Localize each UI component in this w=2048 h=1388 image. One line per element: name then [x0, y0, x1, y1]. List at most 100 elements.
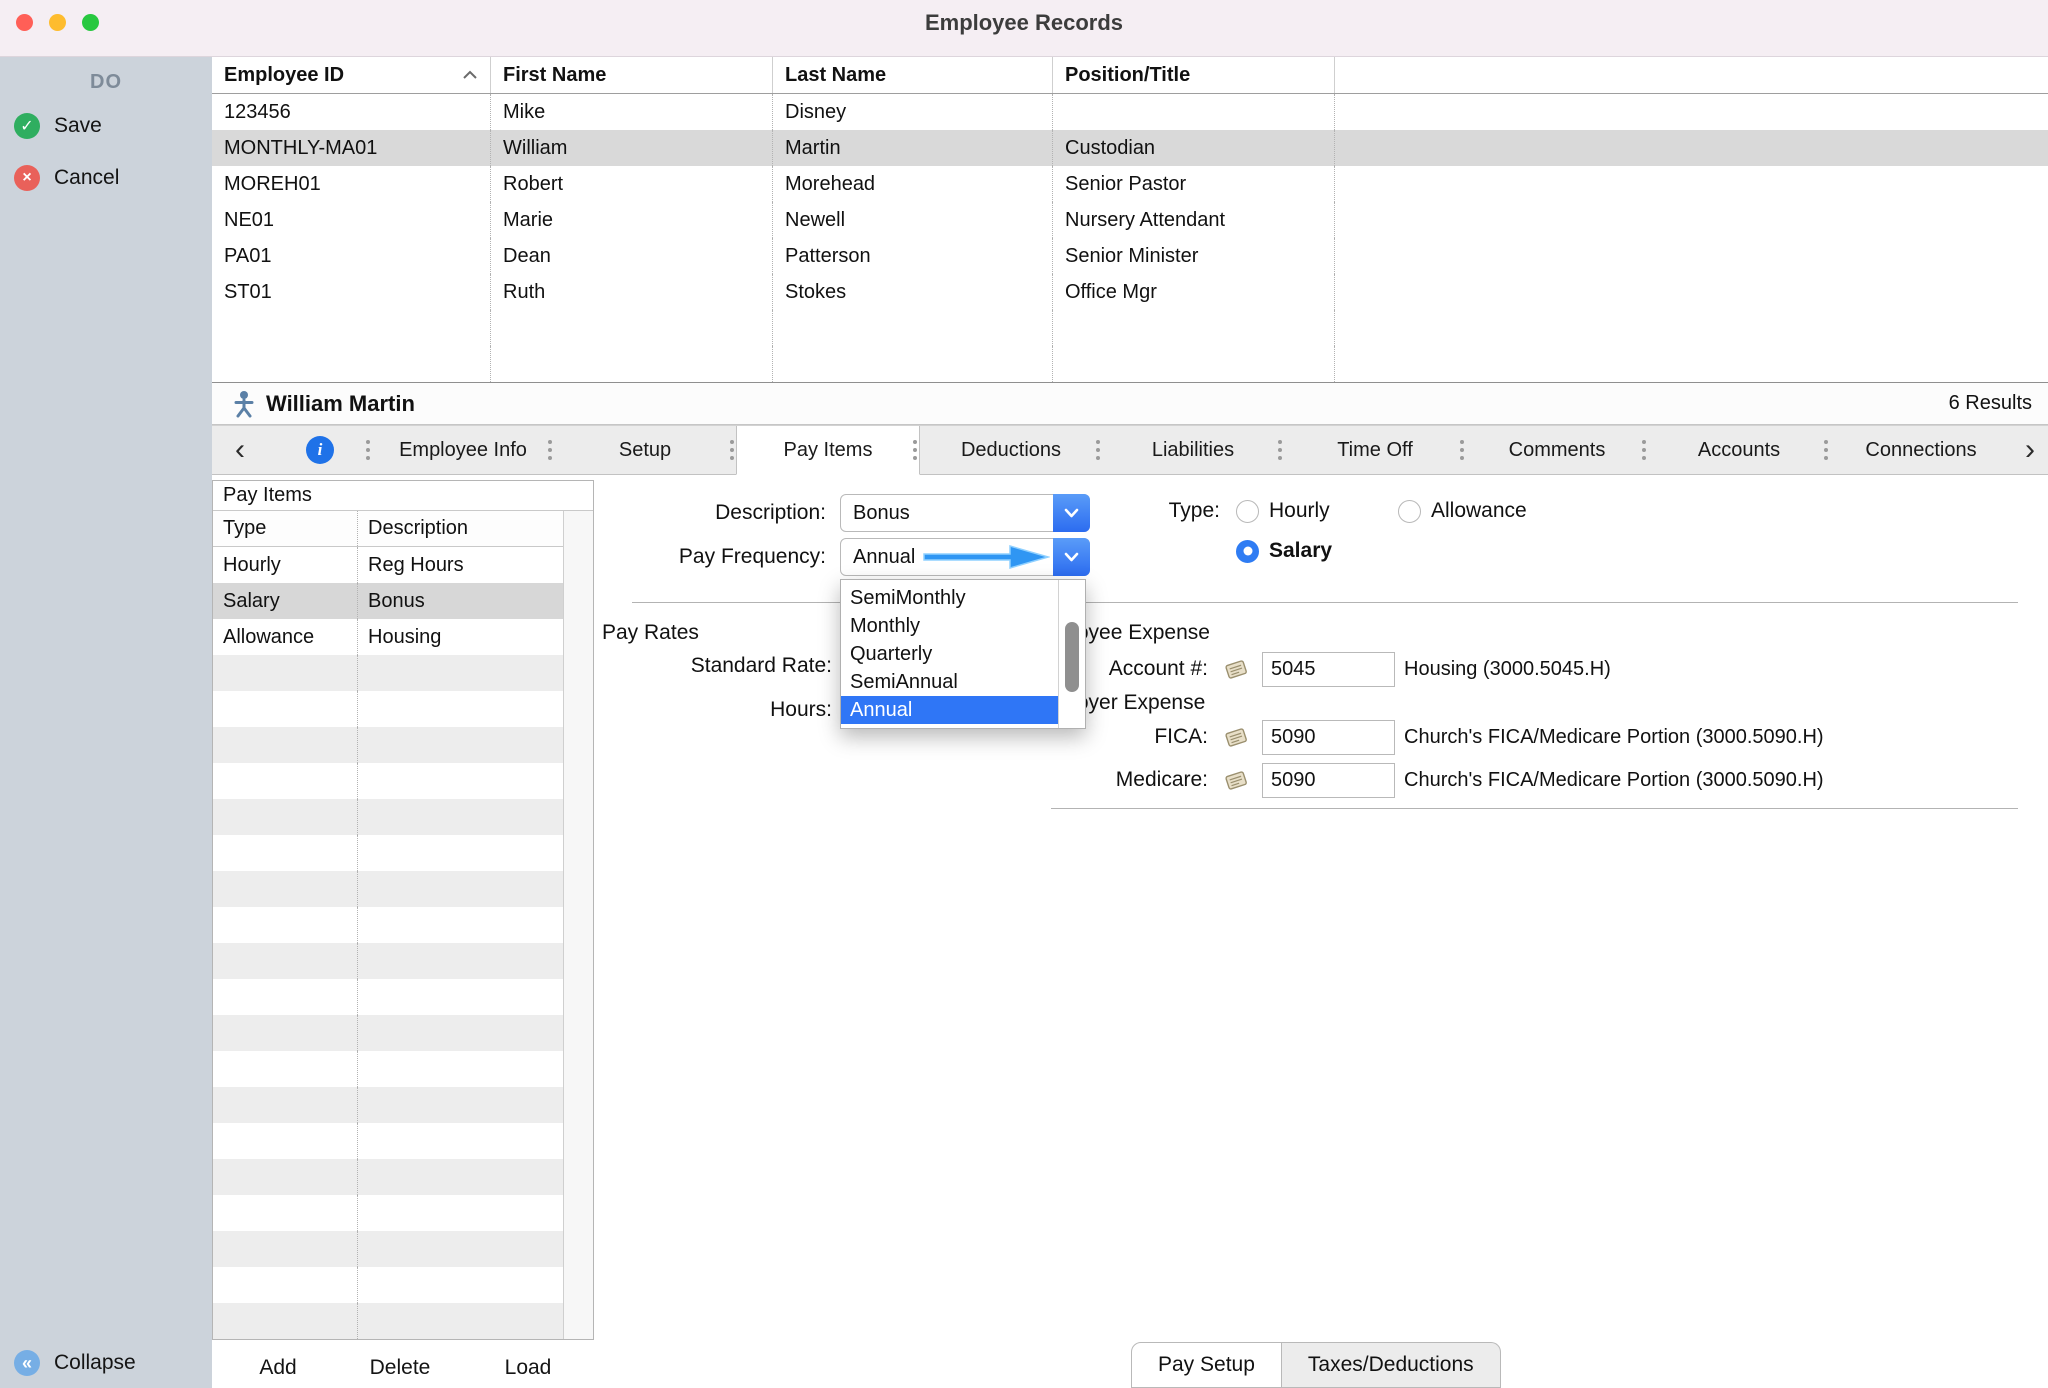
pay-items-column-description[interactable]: Description: [358, 511, 563, 546]
fica-account-input[interactable]: [1262, 720, 1395, 755]
pay-items-empty-row: [213, 1123, 563, 1159]
column-header-label: Employee ID: [224, 64, 344, 87]
tab-deductions[interactable]: Deductions: [920, 426, 1102, 474]
radio-salary-selected[interactable]: Salary: [1236, 539, 1332, 563]
tab-liabilities[interactable]: Liabilities: [1102, 426, 1284, 474]
employee-row[interactable]: 123456 Mike Disney: [212, 94, 2048, 130]
medicare-account-input[interactable]: [1262, 763, 1395, 798]
tab-pay-items[interactable]: Pay Items: [736, 426, 920, 475]
tab-label: Comments: [1509, 439, 1606, 462]
tab-label: Liabilities: [1152, 439, 1234, 462]
tabs-scroll-left-button[interactable]: ‹: [212, 426, 268, 474]
tab-info[interactable]: i: [268, 426, 372, 474]
employee-row[interactable]: NE01 Marie Newell Nursery Attendant: [212, 202, 2048, 238]
collapse-label: Collapse: [54, 1351, 136, 1375]
employee-table-header: Employee ID First Name Last Name Positio…: [212, 57, 2048, 94]
pay-items-column-type[interactable]: Type: [213, 511, 358, 546]
save-check-icon: ✓: [14, 113, 40, 139]
sidebar-header: DO: [0, 71, 212, 94]
pay-items-empty-row: [213, 727, 563, 763]
tab-drag-handle-icon: [366, 448, 370, 452]
tab-time-off[interactable]: Time Off: [1284, 426, 1466, 474]
cell-blank: [1335, 274, 2048, 310]
pay-items-empty-row: [213, 943, 563, 979]
pay-frequency-open-menu: SemiMonthly Monthly Quarterly SemiAnnual…: [840, 579, 1086, 729]
tab-comments[interactable]: Comments: [1466, 426, 1648, 474]
account-lookup-icon[interactable]: [1222, 768, 1250, 792]
tab-pay-setup[interactable]: Pay Setup: [1131, 1342, 1282, 1388]
action-sidebar: DO ✓ Save × Cancel « Collapse: [0, 57, 212, 1388]
pay-items-buttons: Add Delete Load: [212, 1356, 594, 1388]
cancel-button[interactable]: × Cancel: [14, 165, 119, 191]
cell-first-name: Ruth: [491, 274, 773, 310]
pay-items-empty-row: [213, 1303, 563, 1339]
dropdown-chevron-button[interactable]: [1053, 538, 1090, 576]
fica-description: Church's FICA/Medicare Portion (3000.509…: [1404, 725, 1824, 749]
account-number-input[interactable]: [1262, 652, 1395, 687]
dropdown-chevron-button[interactable]: [1053, 494, 1090, 532]
column-header-first-name[interactable]: First Name: [491, 57, 773, 93]
cell-position: Custodian: [1053, 130, 1335, 166]
cell-position: [1053, 94, 1335, 130]
pay-items-empty-row: [213, 979, 563, 1015]
account-lookup-icon[interactable]: [1222, 657, 1250, 681]
collapse-button[interactable]: « Collapse: [14, 1350, 136, 1376]
cell-first-name: Dean: [491, 238, 773, 274]
medicare-description: Church's FICA/Medicare Portion (3000.509…: [1404, 768, 1824, 792]
tab-drag-handle-icon: [1096, 448, 1100, 452]
section-divider-line: [1051, 808, 2018, 809]
menu-option-annual-highlighted[interactable]: Annual: [841, 696, 1059, 724]
tabs-scroll-right-button[interactable]: ›: [2012, 426, 2048, 474]
employee-row[interactable]: MOREH01 Robert Morehead Senior Pastor: [212, 166, 2048, 202]
tab-taxes-deductions[interactable]: Taxes/Deductions: [1282, 1342, 1501, 1388]
pay-item-description: Reg Hours: [358, 547, 563, 583]
column-header-last-name[interactable]: Last Name: [773, 57, 1053, 93]
pay-frequency-label: Pay Frequency:: [560, 545, 826, 569]
pay-items-empty-row: [213, 1267, 563, 1303]
add-button[interactable]: Add: [240, 1356, 316, 1380]
radio-label: Hourly: [1269, 499, 1330, 523]
column-header-position[interactable]: Position/Title: [1053, 57, 1335, 93]
menu-option-quarterly[interactable]: Quarterly: [841, 640, 1059, 668]
pay-item-type: Salary: [213, 583, 358, 619]
menu-option-semiannual[interactable]: SemiAnnual: [841, 668, 1059, 696]
description-dropdown[interactable]: Bonus: [840, 494, 1090, 532]
pay-rates-section-label: Pay Rates: [602, 621, 699, 645]
pay-items-scrollbar-track[interactable]: [563, 511, 593, 1339]
column-header-blank: [1335, 57, 2048, 93]
cell-position: Nursery Attendant: [1053, 202, 1335, 238]
pay-item-row[interactable]: Allowance Housing: [213, 619, 563, 655]
menu-scrollbar-thumb[interactable]: [1065, 622, 1079, 692]
employee-empty-row: [212, 346, 2048, 382]
employee-row[interactable]: ST01 Ruth Stokes Office Mgr: [212, 274, 2048, 310]
cell-first-name: Robert: [491, 166, 773, 202]
employee-row[interactable]: PA01 Dean Patterson Senior Minister: [212, 238, 2048, 274]
record-name: William Martin: [266, 391, 415, 417]
load-button[interactable]: Load: [490, 1356, 566, 1380]
tab-employee-info[interactable]: Employee Info: [372, 426, 554, 474]
tab-label: Pay Items: [784, 439, 873, 462]
radio-hourly[interactable]: Hourly: [1236, 499, 1330, 523]
hours-label: Hours:: [590, 698, 832, 722]
tab-connections[interactable]: Connections: [1830, 426, 2012, 474]
menu-option-semimonthly[interactable]: SemiMonthly: [841, 584, 1059, 612]
employee-row-selected[interactable]: MONTHLY-MA01 William Martin Custodian: [212, 130, 2048, 166]
pay-item-row[interactable]: Hourly Reg Hours: [213, 547, 563, 583]
cell-position: Office Mgr: [1053, 274, 1335, 310]
delete-button[interactable]: Delete: [350, 1356, 450, 1380]
menu-option-monthly[interactable]: Monthly: [841, 612, 1059, 640]
tab-accounts[interactable]: Accounts: [1648, 426, 1830, 474]
tab-drag-handle-icon: [1460, 448, 1464, 452]
tab-setup[interactable]: Setup: [554, 426, 736, 474]
radio-allowance[interactable]: Allowance: [1398, 499, 1527, 523]
cell-employee-id: 123456: [212, 94, 491, 130]
cell-position: Senior Pastor: [1053, 166, 1335, 202]
cell-first-name: William: [491, 130, 773, 166]
sort-ascending-icon: [462, 70, 478, 80]
column-header-employee-id[interactable]: Employee ID: [212, 57, 491, 93]
account-lookup-icon[interactable]: [1222, 725, 1250, 749]
pay-item-row-selected[interactable]: Salary Bonus: [213, 583, 563, 619]
record-header: William Martin 6 Results: [212, 383, 2048, 425]
save-button[interactable]: ✓ Save: [14, 113, 102, 139]
pay-item-description: Bonus: [358, 583, 563, 619]
